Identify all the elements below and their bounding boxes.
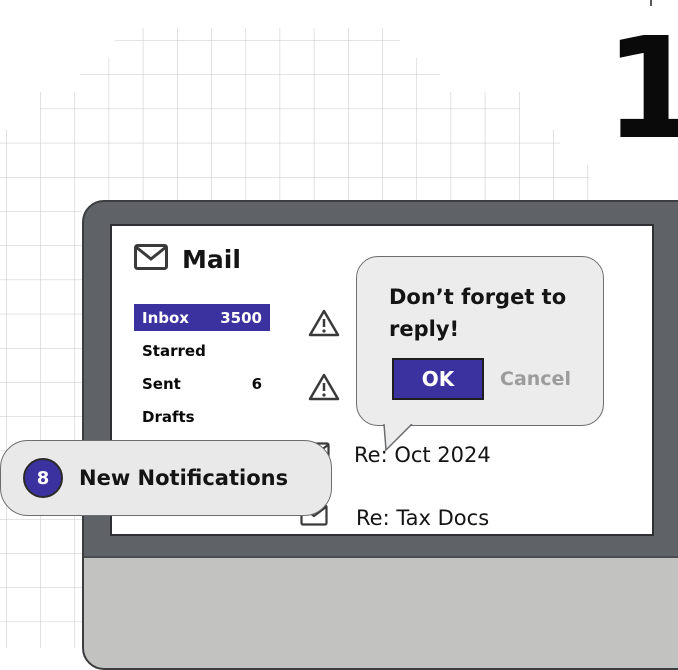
reply-reminder-popup: Don’t forget to reply! OK Cancel [356, 256, 604, 426]
folder-label: Starred [142, 341, 206, 360]
folder-label: Inbox [142, 308, 189, 327]
monitor-stand [84, 556, 678, 668]
popup-message: Don’t forget to reply! [389, 285, 567, 341]
notification-pill[interactable]: 8 New Notifications [0, 440, 332, 516]
folder-count: 3500 [220, 308, 262, 327]
warning-icon [308, 372, 340, 407]
warning-icon [308, 308, 340, 343]
app-header: Mail [134, 244, 241, 275]
app-title: Mail [182, 245, 241, 274]
notification-label: New Notifications [79, 466, 289, 490]
folder-list: Inbox 3500 Starred Sent 6 Drafts [134, 304, 270, 436]
ok-button[interactable]: OK [392, 358, 484, 400]
big-number: 1 [604, 8, 678, 171]
message-row[interactable]: Re: Tax Docs [300, 504, 489, 531]
folder-label: Sent [142, 374, 181, 393]
message-subject: Re: Oct 2024 [354, 442, 491, 467]
cancel-button[interactable]: Cancel [500, 368, 571, 390]
message-subject: Re: Tax Docs [356, 505, 490, 530]
notification-count-badge: 8 [23, 458, 63, 498]
folder-count: 6 [251, 374, 262, 393]
folder-sent[interactable]: Sent 6 [134, 370, 270, 397]
folder-drafts[interactable]: Drafts [134, 403, 270, 430]
folder-starred[interactable]: Starred [134, 337, 270, 364]
folder-label: Drafts [142, 407, 195, 426]
envelope-icon [134, 244, 168, 275]
popup-tail [383, 424, 413, 452]
folder-inbox[interactable]: Inbox 3500 [134, 304, 270, 331]
